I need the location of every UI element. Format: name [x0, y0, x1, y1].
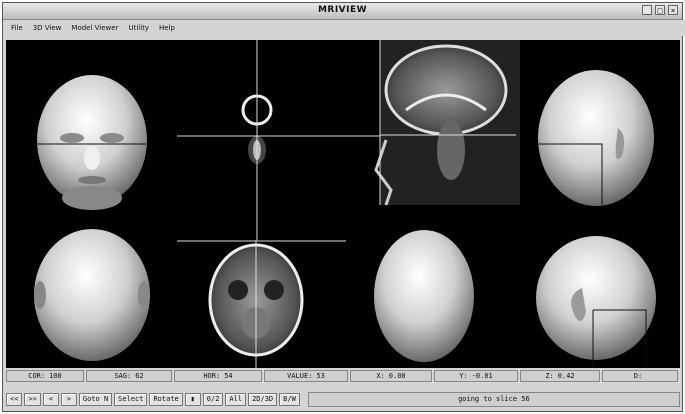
status-x: X: 0.00: [350, 370, 432, 382]
view-count-button[interactable]: 0/2: [202, 392, 224, 406]
status-value: 0.00: [388, 372, 406, 380]
status-d: D:: [602, 370, 678, 382]
next-slice-button[interactable]: >: [60, 392, 77, 406]
status-label: Y:: [459, 372, 468, 380]
maximize-icon[interactable]: □: [655, 5, 665, 15]
status-hor: HOR: 54: [174, 370, 262, 382]
menu-file[interactable]: File: [11, 24, 23, 32]
head-side-view: [536, 236, 656, 368]
menu-utility[interactable]: Utility: [128, 24, 149, 32]
status-value: 100: [49, 372, 62, 380]
head-rear-side-view: [538, 70, 654, 206]
head-back-view: [34, 229, 150, 361]
prev-slice-button[interactable]: <: [42, 392, 59, 406]
menu-help[interactable]: Help: [159, 24, 175, 32]
status-label: SAG:: [114, 372, 132, 380]
head-top-view: [374, 230, 474, 362]
bw-button[interactable]: B/W: [279, 392, 300, 406]
status-value: 54: [224, 372, 233, 380]
coordinate-status-bar: COR: 100 SAG: 62 HOR: 54 VALUE: 53 X: 0.00 Y:…: [6, 370, 680, 384]
window-title: MRIVIEW: [317, 5, 368, 15]
title-bar: MRIVIEW _ □ ×: [3, 3, 682, 20]
status-message: going to slice 56: [307, 391, 680, 407]
status-label: X:: [376, 372, 385, 380]
status-sag: SAG: 62: [86, 370, 172, 382]
select-button[interactable]: Select: [114, 392, 148, 406]
sagittal-slice: [374, 40, 520, 206]
control-toolbar: << >> < > Goto N Select Rotate ▮ 0/2 All…: [6, 391, 680, 407]
status-value-field: VALUE: 53: [264, 370, 348, 382]
all-button[interactable]: All: [225, 392, 247, 406]
status-label: HOR:: [203, 372, 221, 380]
menu-3d-view[interactable]: 3D View: [33, 24, 62, 32]
goto-n-button[interactable]: Goto N: [78, 392, 113, 406]
status-z: Z: 0.42: [520, 370, 600, 382]
first-slice-button[interactable]: <<: [6, 392, 23, 406]
status-value: -0.01: [471, 372, 493, 380]
toggle-2d-3d-button[interactable]: 2D/3D: [248, 392, 278, 406]
head-front-view: [34, 75, 147, 210]
status-label: Z:: [545, 372, 554, 380]
image-viewport[interactable]: [6, 40, 680, 368]
close-icon[interactable]: ×: [668, 5, 678, 15]
status-y: Y: -0.01: [434, 370, 518, 382]
menu-bar: File 3D View Model Viewer Utility Help: [3, 20, 685, 36]
axial-slice: [177, 240, 346, 368]
render-svg: [34, 40, 656, 368]
marker-button[interactable]: ▮: [184, 392, 201, 406]
status-value: 0.42: [557, 372, 575, 380]
status-label: COR:: [28, 372, 46, 380]
coronal-slice: [177, 40, 380, 240]
status-cor: COR: 100: [6, 370, 84, 382]
status-label: D:: [633, 372, 643, 380]
status-value: 62: [135, 372, 144, 380]
status-value: 53: [316, 372, 325, 380]
rotate-button[interactable]: Rotate: [149, 392, 183, 406]
mriview-window: MRIVIEW _ □ × File 3D View Model Viewer …: [2, 2, 685, 412]
minimize-icon[interactable]: _: [642, 5, 652, 15]
status-label: VALUE:: [287, 372, 313, 380]
last-slice-button[interactable]: >>: [24, 392, 41, 406]
menu-model-viewer[interactable]: Model Viewer: [71, 24, 118, 32]
